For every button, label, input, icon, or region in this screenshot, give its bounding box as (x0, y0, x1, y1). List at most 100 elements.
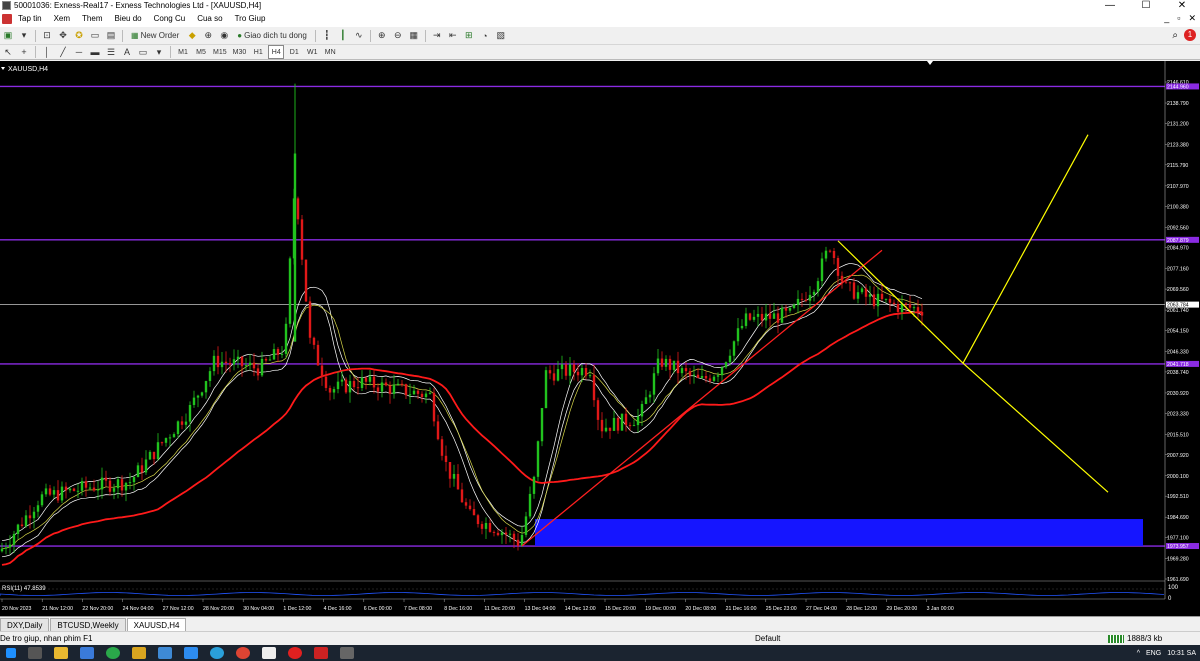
timeframe-d1[interactable]: D1 (286, 45, 302, 59)
menu-charts[interactable]: Bieu do (108, 11, 147, 27)
arrows-icon[interactable]: ▾ (152, 45, 166, 59)
chart-shift-icon[interactable]: ⇤ (446, 29, 460, 43)
search-icon[interactable]: ⌕ (1172, 30, 1178, 41)
menu-window[interactable]: Cua so (191, 11, 228, 27)
candle-body (496, 532, 500, 536)
tile-windows-icon[interactable]: ▦ (407, 29, 421, 43)
maximize-button[interactable]: ☐ (1128, 0, 1164, 11)
app-icon-blue[interactable] (158, 647, 172, 659)
timeframe-mn[interactable]: MN (322, 45, 338, 59)
support-line-mid-value: 2041.718 (1167, 362, 1189, 368)
rsi-tick-0: 0 (1168, 596, 1172, 602)
auto-trading-button[interactable]: ● Giao dich tu dong (233, 29, 311, 43)
file-explorer-icon[interactable] (54, 647, 68, 659)
child-minimize-button[interactable]: _ (1164, 13, 1169, 24)
zoom-out-icon[interactable]: ⊖ (391, 29, 405, 43)
crosshair-icon[interactable]: + (17, 45, 31, 59)
timeframe-h1[interactable]: H1 (250, 45, 266, 59)
time-tick-label: 20 Dec 08:00 (685, 606, 716, 612)
terminal-icon[interactable]: ▭ (88, 29, 102, 43)
templates-icon[interactable]: ▧ (494, 29, 508, 43)
menu-insert[interactable]: Them (76, 11, 108, 27)
candle-body (36, 505, 40, 512)
timeframe-m15[interactable]: M15 (211, 45, 229, 59)
periods-icon[interactable]: ◔ (478, 29, 492, 43)
horizontal-line-icon[interactable]: ─ (72, 45, 86, 59)
search-taskbar-icon[interactable] (28, 647, 42, 659)
candle-body (912, 307, 916, 309)
tray-up-icon[interactable]: ^ (1137, 650, 1140, 657)
navigator-icon[interactable]: ✪ (72, 29, 86, 43)
menu-tools[interactable]: Cong Cu (148, 11, 192, 27)
chart-window[interactable]: 2146.610 2138.790 2131.200 2123.380 2115.790… (0, 61, 1200, 616)
trendline-icon[interactable]: ╱ (56, 45, 70, 59)
store-icon[interactable] (80, 647, 94, 659)
time-tick-label: 30 Nov 04:00 (243, 606, 274, 612)
app-icon-gray[interactable] (340, 647, 354, 659)
close-button[interactable]: ✕ (1164, 0, 1200, 11)
clock[interactable]: 10:31 SA (1167, 650, 1196, 657)
time-tick-label: 19 Dec 00:00 (645, 606, 676, 612)
language-indicator[interactable]: ENG (1146, 650, 1161, 657)
capcut-icon[interactable] (262, 647, 276, 659)
candlestick-icon[interactable]: ┃ (336, 29, 350, 43)
zoom-in-icon[interactable]: ⊕ (375, 29, 389, 43)
connection-status[interactable]: 1888/3 kb (1108, 632, 1162, 646)
fibonacci-icon[interactable]: ☰ (104, 45, 118, 59)
child-close-button[interactable]: ✕ (1188, 13, 1196, 24)
tab-xauusd-h4[interactable]: XAUUSD,H4 (126, 618, 187, 631)
price-tick-label: 2069.560 (1167, 287, 1189, 293)
candle-body (500, 532, 504, 536)
timeframe-h4[interactable]: H4 (268, 45, 285, 59)
label-icon[interactable]: ▭ (136, 45, 150, 59)
child-restore-button[interactable]: ▫ (1177, 13, 1180, 24)
timeframe-w1[interactable]: W1 (304, 45, 320, 59)
chrome-icon-2[interactable] (236, 647, 250, 659)
minimize-button[interactable]: — (1092, 0, 1128, 11)
profiles-icon[interactable]: ▾ (17, 29, 31, 43)
candle-body (488, 522, 492, 532)
timeframe-m30[interactable]: M30 (231, 45, 249, 59)
menu-file[interactable]: Tap tin (12, 11, 48, 27)
telegram-icon[interactable] (210, 647, 224, 659)
new-chart-icon[interactable]: ▣ (1, 29, 15, 43)
candle-body (632, 425, 636, 427)
timeframe-m1[interactable]: M1 (175, 45, 191, 59)
menu-help[interactable]: Tro Giup (229, 11, 272, 27)
market-watch-icon[interactable]: ⊡ (40, 29, 54, 43)
zalo-icon[interactable] (184, 647, 198, 659)
cursor-icon[interactable]: ↖ (1, 45, 15, 59)
channel-icon[interactable]: ▬ (88, 45, 102, 59)
price-chart[interactable]: 2146.6102138.7902131.2002123.3802115.790… (0, 61, 1200, 616)
auto-scroll-icon[interactable]: ⇥ (430, 29, 444, 43)
bar-chart-icon[interactable]: ┇ (320, 29, 334, 43)
start-icon[interactable] (6, 648, 16, 658)
data-window-icon[interactable]: ✥ (56, 29, 70, 43)
chrome-icon[interactable] (106, 647, 120, 659)
timeframe-m5[interactable]: M5 (193, 45, 209, 59)
vps-icon[interactable]: ◉ (217, 29, 231, 43)
tester-icon[interactable]: ▤ (104, 29, 118, 43)
symbol-collapse-icon[interactable] (1, 67, 5, 70)
candle-body (396, 383, 400, 385)
tab-btcusd-weekly[interactable]: BTCUSD,Weekly (50, 618, 126, 631)
candle-body (740, 325, 744, 329)
line-chart-icon[interactable]: ∿ (352, 29, 366, 43)
opera-icon[interactable] (288, 647, 302, 659)
candle-body (892, 302, 896, 304)
notification-badge[interactable]: 1 (1184, 29, 1196, 41)
candle-body (556, 369, 560, 381)
app-icon-red[interactable] (314, 647, 328, 659)
time-tick-label: 6 Dec 00:00 (364, 606, 392, 612)
vertical-line-icon[interactable]: │ (40, 45, 54, 59)
new-order-button[interactable]: ▦ New Order (127, 29, 183, 43)
menu-view[interactable]: Xem (48, 11, 76, 27)
tab-dxy-daily[interactable]: DXY,Daily (0, 618, 50, 631)
indicators-icon[interactable]: ⊞ (462, 29, 476, 43)
candle-body (56, 490, 60, 501)
signals-icon[interactable]: ⊕ (201, 29, 215, 43)
metaeditor-icon[interactable]: ◆ (185, 29, 199, 43)
metatrader-icon[interactable] (132, 647, 146, 659)
text-icon[interactable]: A (120, 45, 134, 59)
candle-body (16, 524, 20, 534)
